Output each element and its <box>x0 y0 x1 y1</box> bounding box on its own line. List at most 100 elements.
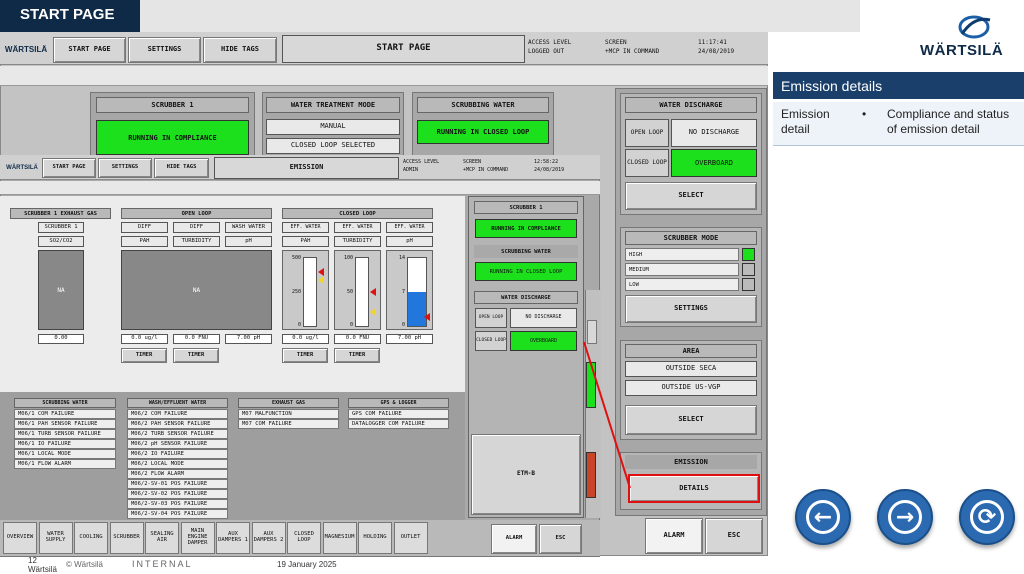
open-loop-col-1: DIFF <box>121 222 168 233</box>
nav-cooling[interactable]: COOLING <box>74 522 108 554</box>
emission-access-value: ADMIN <box>403 167 419 173</box>
scrubbing-water-status: RUNNING IN CLOSED LOOP <box>417 120 549 144</box>
refresh-button[interactable]: ⟳ <box>959 489 1015 545</box>
nav-closed-loop[interactable]: CLOSED LOOP <box>287 522 321 554</box>
nav-aux-dampers-2[interactable]: AUX DAMPERS 2 <box>251 522 286 554</box>
alarm-item: M06/1 IO FAILURE <box>14 439 116 449</box>
nav-aux-dampers-1[interactable]: AUX DAMPERS 1 <box>216 522 250 554</box>
water-treatment-mode: MANUAL <box>266 119 400 135</box>
nav-water-supply[interactable]: WATER SUPPLY <box>38 522 73 554</box>
area-item-vgp: OUTSIDE US-VGP <box>625 380 757 396</box>
alarm-item: M06/2-SV-03 POS FAILURE <box>127 499 228 509</box>
alarm-scrubbing-water-header: SCRUBBING WATER <box>14 398 116 408</box>
nav-sealing-air[interactable]: SEALING AIR <box>145 522 179 554</box>
nav-main-engine-damper[interactable]: MAIN ENGINE DAMPER <box>180 522 215 554</box>
footer-classification: INTERNAL <box>132 559 193 569</box>
gauge-1-tick-mid: 250 <box>291 289 301 295</box>
emission-details-button[interactable]: DETAILS <box>628 474 760 503</box>
scrubber-mode-high[interactable]: HIGH <box>625 248 739 261</box>
gauge-2-tick-top: 100 <box>343 255 353 261</box>
front-alarm-button[interactable]: ALARM <box>491 524 537 554</box>
forward-button[interactable]: → <box>877 489 933 545</box>
closed-loop-sub-2: TURBIDITY <box>334 236 381 247</box>
closed-loop-timer-2[interactable]: TIMER <box>334 348 380 363</box>
open-loop-timer-1[interactable]: TIMER <box>121 348 167 363</box>
scrubber-status: RUNNING IN COMPLIANCE <box>96 120 249 155</box>
gauge-1-tick-top: 500 <box>291 255 301 261</box>
etm-b-button[interactable]: ETM-B <box>471 434 581 515</box>
water-discharge-select-button[interactable]: SELECT <box>625 182 757 210</box>
hide-tags-tab[interactable]: HIDE TAGS <box>203 37 277 63</box>
highlight-connector-line <box>583 341 631 489</box>
exhaust-gas-header: SCRUBBER 1 EXHAUST GAS <box>10 208 111 219</box>
slide-header-stripe <box>140 0 860 32</box>
clock-date: 24/08/2019 <box>698 48 735 55</box>
scrubber-mode-low[interactable]: LOW <box>625 278 739 291</box>
scrubber-mode-header: SCRUBBER MODE <box>625 231 757 245</box>
emission-start-page-tab[interactable]: START PAGE <box>42 158 96 178</box>
exhaust-gauge: NA <box>38 250 84 330</box>
footer-company: Wärtsilä <box>28 565 57 574</box>
alarm-item: M07 MALFUNCTION <box>238 409 339 419</box>
closed-loop-label: CLOSED LOOP <box>625 149 669 177</box>
open-loop-sub-1: PAH <box>121 236 168 247</box>
open-loop-timer-2[interactable]: TIMER <box>173 348 219 363</box>
nav-magnesium[interactable]: MAGNESIUM <box>322 522 357 554</box>
area-header: AREA <box>625 344 757 358</box>
alarm-item: M06/2 LOCAL MODE <box>127 459 228 469</box>
back-alarm-button[interactable]: ALARM <box>645 518 703 554</box>
front-open-loop-label: OPEN LOOP <box>475 308 507 328</box>
info-panel-description: Compliance and status of emission detail <box>887 107 1010 136</box>
closed-loop-value: OVERBOARD <box>671 149 757 177</box>
gauge-3-tick-mid: 7 <box>401 289 405 295</box>
front-esc-button[interactable]: ESC <box>539 524 582 554</box>
open-loop-col-2: DIFF <box>173 222 220 233</box>
emission-clock-time: 12:58:22 <box>534 159 559 165</box>
back-button[interactable]: ← <box>795 489 851 545</box>
gauge-1-high-marker-icon <box>318 268 324 276</box>
open-loop-na: NA <box>192 286 201 294</box>
alarm-item: M06/1 COM FAILURE <box>14 409 116 419</box>
closed-loop-value-3: 7.00 pH <box>386 334 433 344</box>
front-scrubber-status: RUNNING IN COMPLIANCE <box>475 219 577 238</box>
refresh-icon: ⟳ <box>970 500 1004 534</box>
back-esc-button[interactable]: ESC <box>705 518 763 554</box>
alarm-item: M06/2-SV-01 POS FAILURE <box>127 479 228 489</box>
wartsila-logo-icon <box>958 15 991 39</box>
open-loop-gauge: NA <box>121 250 272 330</box>
closed-loop-sub-1: PAH <box>282 236 329 247</box>
water-treatment-loop: CLOSED LOOP SELECTED <box>266 138 400 154</box>
closed-loop-value-1: 0.0 ug/l <box>282 334 329 344</box>
scrubber-mode-medium[interactable]: MEDIUM <box>625 263 739 276</box>
closed-loop-col-2: EFF. WATER <box>334 222 381 233</box>
exhaust-so2-label: SO2/CO2 <box>38 236 84 247</box>
front-closed-loop-value: OVERBOARD <box>510 331 577 351</box>
emission-hide-tags-tab[interactable]: HIDE TAGS <box>154 158 209 178</box>
gauge-3-tick-top: 14 <box>398 255 405 261</box>
exhaust-value: 0.00 <box>38 334 84 344</box>
alarm-item: M06/2 COM FAILURE <box>127 409 228 419</box>
open-loop-value: NO DISCHARGE <box>671 119 757 147</box>
alarm-item: M06/2-SV-04 POS FAILURE <box>127 509 228 519</box>
area-select-button[interactable]: SELECT <box>625 405 757 435</box>
alarm-item: M06/1 TURB SENSOR FAILURE <box>14 429 116 439</box>
closed-loop-header: CLOSED LOOP <box>282 208 433 219</box>
scrubber-mode-settings-button[interactable]: SETTINGS <box>625 295 757 323</box>
settings-tab[interactable]: SETTINGS <box>128 37 201 63</box>
alarm-item: M06/2 pH SENSOR FAILURE <box>127 439 228 449</box>
nav-overview[interactable]: OVERVIEW <box>3 522 37 554</box>
front-water-discharge-header: WATER DISCHARGE <box>474 291 578 304</box>
start-page-tab[interactable]: START PAGE <box>53 37 126 63</box>
clock-time: 11:17:41 <box>698 39 727 46</box>
gauge-2-high-marker-icon <box>370 288 376 296</box>
nav-holding[interactable]: HOLDING <box>358 522 392 554</box>
nav-outlet[interactable]: OUTLET <box>393 522 428 554</box>
nav-scrubber[interactable]: SCRUBBER <box>109 522 144 554</box>
alarm-exhaust-header: EXHAUST GAS <box>238 398 339 408</box>
hmi-emission-divider <box>0 181 600 195</box>
closed-loop-timer-1[interactable]: TIMER <box>282 348 328 363</box>
screen-label: SCREEN <box>605 39 627 46</box>
alarm-item: M07 COM FAILURE <box>238 419 339 429</box>
closed-loop-gauge-2-tube <box>355 257 369 327</box>
emission-settings-tab[interactable]: SETTINGS <box>98 158 152 178</box>
